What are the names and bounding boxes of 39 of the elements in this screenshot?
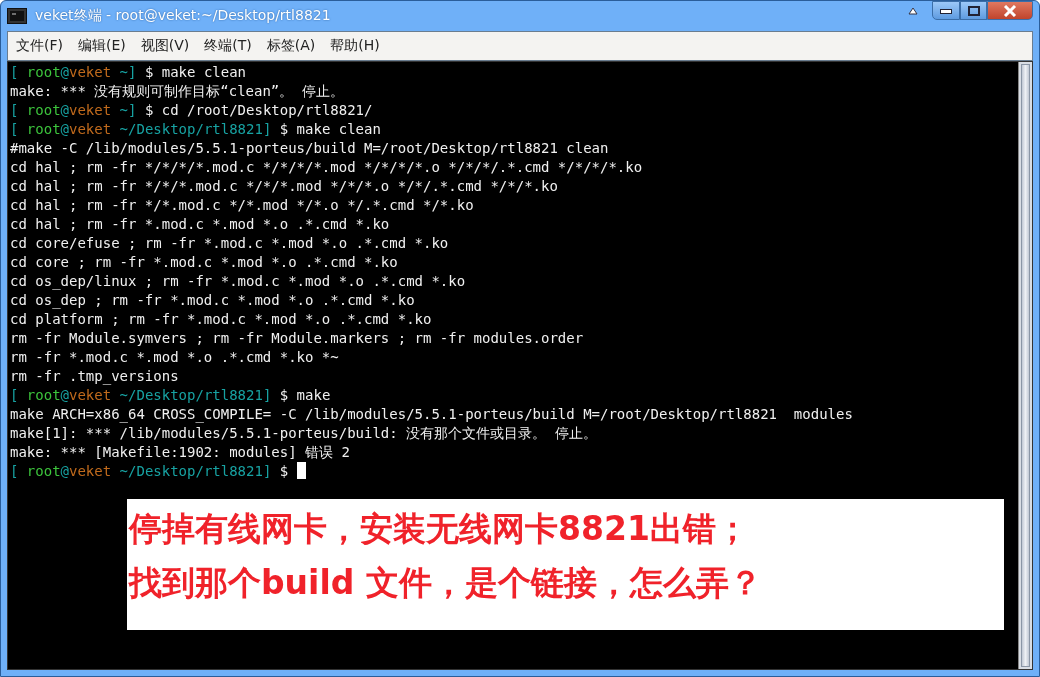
prompt-line: [ root@veket ~/Desktop/rtl8821] $: [10, 462, 1018, 481]
prompt-line: [ root@veket ~/Desktop/rtl8821] $ make: [10, 386, 332, 405]
output-line: cd hal ; rm -fr */*.mod.c */*.mod */*.o */.*.cmd */*.ko: [10, 196, 475, 215]
output-line: rm -fr *.mod.c *.mod *.o .*.cmd *.ko *~: [10, 348, 340, 367]
output-line: cd hal ; rm -fr */*/*.mod.c */*/*.mod */*/*.o */*/.*.cmd */*/*.ko: [10, 177, 559, 196]
menu-item[interactable]: 终端(T): [204, 37, 252, 55]
annotation-text: 找到那个build 文件，是个链接，怎么弄？: [129, 563, 763, 603]
output-line: cd hal ; rm -fr */*/*/*.mod.c */*/*/*.mod */*/*/*.o */*/*/.*.cmd */*/*/*.ko: [10, 158, 644, 177]
maximize-button[interactable]: [960, 1, 987, 20]
output-line: make: *** [Makefile:1902: modules] 错误 2: [10, 443, 351, 462]
output-line: rm -fr .tmp_versions: [10, 367, 180, 386]
output-line: #make -C /lib/modules/5.5.1-porteus/build M=/root/Desktop/rtl8821 clean: [10, 139, 610, 158]
minimize-icon: [940, 7, 952, 14]
prompt-line: [ root@veket ~] $ make clean: [10, 63, 248, 82]
window-title: veket终端 - root@veket:~/Desktop/rtl8821: [35, 7, 332, 25]
menu-item[interactable]: 文件(F): [16, 37, 63, 55]
output-line: make: *** 没有规则可制作目标“clean”。 停止。: [10, 82, 345, 101]
menu-item[interactable]: 标签(A): [266, 37, 316, 55]
output-line: cd platform ; rm -fr *.mod.c *.mod *.o .*.cmd *.ko: [10, 310, 433, 329]
output-line: cd core ; rm -fr *.mod.c *.mod *.o .*.cmd *.ko: [10, 253, 399, 272]
annotation-text: 停掉有线网卡，安装无线网卡8821出错；: [129, 509, 750, 549]
menu-item[interactable]: 帮助(H): [330, 37, 380, 55]
output-line: cd os_dep/linux ; rm -fr *.mod.c *.mod *.o .*.cmd *.ko: [10, 272, 467, 291]
output-line: make ARCH=x86_64 CROSS_COMPILE= -C /lib/modules/5.5.1-porteus/build M=/root/Desktop/rtl8821 modules: [10, 405, 854, 424]
output-line: cd hal ; rm -fr *.mod.c *.mod *.o .*.cmd *.ko: [10, 215, 391, 234]
terminal-icon: [7, 8, 27, 24]
minimize-button[interactable]: [932, 1, 960, 20]
menu-item[interactable]: 编辑(E): [78, 37, 126, 55]
output-line: rm -fr Module.symvers ; rm -fr Module.markers ; rm -fr modules.order: [10, 329, 585, 348]
prompt-line: [ root@veket ~] $ cd /root/Desktop/rtl8821/: [10, 101, 374, 120]
maximize-icon: [967, 5, 980, 16]
output-line: cd os_dep ; rm -fr *.mod.c *.mod *.o .*.cmd *.ko: [10, 291, 416, 310]
prompt-line: [ root@veket ~/Desktop/rtl8821] $ make clean: [10, 120, 382, 139]
triangle-icon[interactable]: [908, 6, 918, 15]
menu-item[interactable]: 视图(V): [140, 37, 190, 55]
close-icon: [1003, 4, 1017, 17]
output-line: cd core/efuse ; rm -fr *.mod.c *.mod *.o .*.cmd *.ko: [10, 234, 450, 253]
output-line: make[1]: *** /lib/modules/5.5.1-porteus/build: 没有那个文件或目录。 停止。: [10, 424, 598, 443]
close-button[interactable]: [987, 1, 1033, 20]
